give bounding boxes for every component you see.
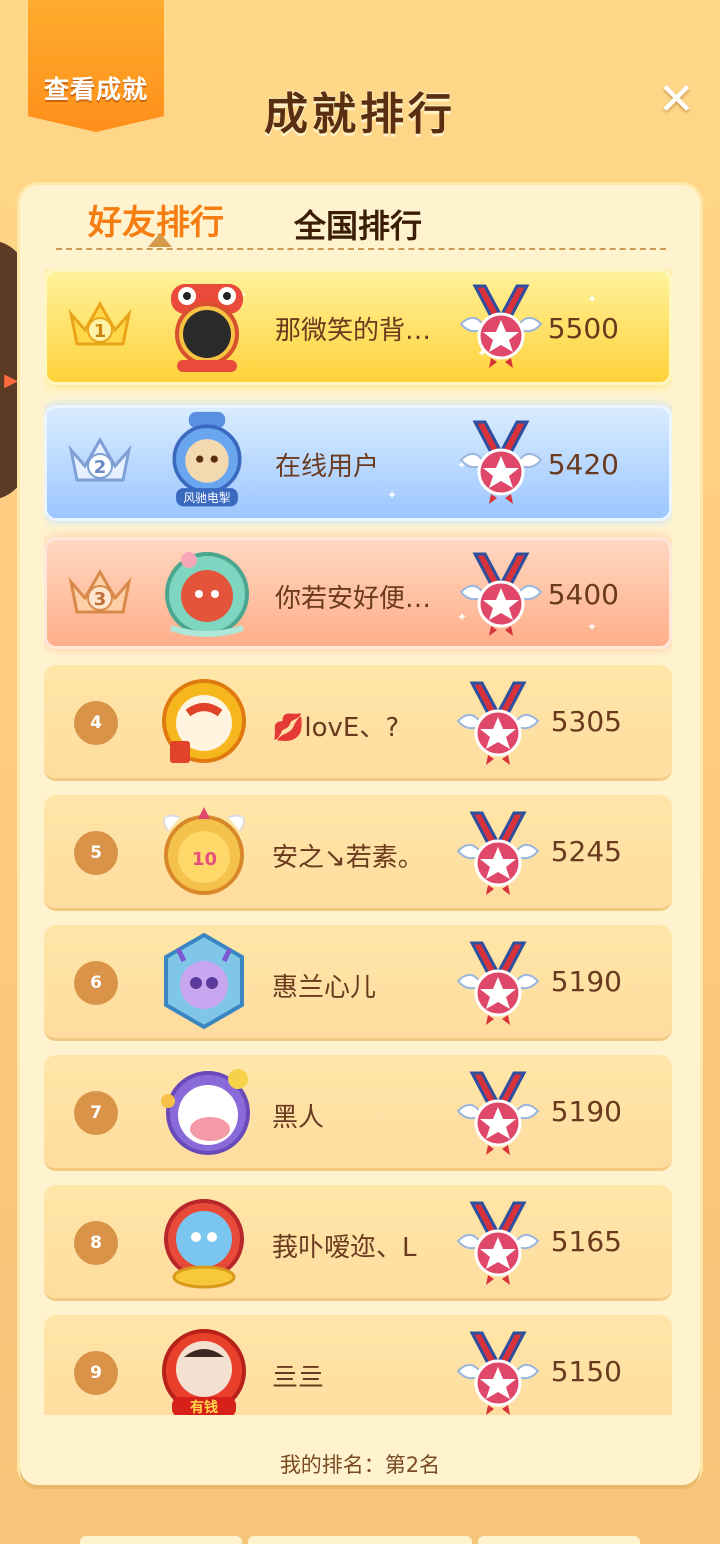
bottom-button-edge[interactable] (248, 1536, 472, 1544)
ranking-row[interactable]: 7 黑人 5190 (44, 1055, 672, 1171)
avatar-lion-dance-frame[interactable] (157, 276, 257, 376)
player-name: 在线用户 (275, 452, 380, 482)
tab-bar: 好友排行 全国排行 (20, 185, 700, 249)
close-icon[interactable]: ✕ (658, 78, 695, 122)
ranking-row[interactable]: 6 惠兰心儿 5190 (44, 925, 672, 1041)
player-name: 惠兰心儿 (272, 973, 377, 1003)
rank-badge: 5 (74, 831, 118, 875)
player-name: 那微笑的背… (275, 316, 432, 346)
gold-crown-icon: 1 (68, 300, 132, 346)
rank-badge: 7 (74, 1091, 118, 1135)
score-value: 5190 (550, 1095, 622, 1128)
avatar-badge-label: 风驰电掣 (183, 491, 230, 505)
avatar-fortune-frame[interactable]: 有钱 (154, 1321, 254, 1415)
rank-number: 3 (94, 589, 107, 610)
ranking-row[interactable]: ✦ ✦ 2 风驰电掣 在线用户 5420 (44, 405, 672, 521)
tab-national-ranking[interactable]: 全国排行 (294, 201, 422, 247)
medal-icon (459, 284, 543, 368)
avatar-robot-sheep-frame[interactable]: 风驰电掣 (157, 410, 257, 510)
silver-crown-icon: 2 (68, 436, 132, 482)
bottom-button-edge[interactable] (80, 1536, 242, 1544)
rank-number: 2 (94, 457, 107, 478)
score-value: 5400 (547, 578, 619, 611)
avatar-opera-fox-frame[interactable] (157, 542, 257, 642)
score-value: 5420 (547, 448, 619, 481)
score-value: 5190 (550, 965, 622, 998)
ranking-list[interactable]: ✦ ✦ ✦ 1 那微笑的背… (44, 269, 672, 1415)
sparkle-icon: ✦ (587, 292, 598, 306)
ranking-panel: 好友排行 全国排行 ✦ ✦ ✦ 1 那微笑的背… (20, 185, 700, 1485)
medal-icon (456, 941, 540, 1025)
bottom-button-bar (0, 1536, 720, 1544)
medal-icon (456, 681, 540, 765)
sparkle-icon: ✦ (587, 620, 598, 634)
rank-badge: 6 (74, 961, 118, 1005)
avatar-gold-ingot-frame[interactable] (154, 1191, 254, 1291)
svg-text:10: 10 (192, 849, 217, 870)
ranking-row[interactable]: 9 有钱 亖亖 5150 (44, 1315, 672, 1415)
player-name: 亖亖 (272, 1363, 325, 1393)
medal-icon (456, 1201, 540, 1285)
ranking-row[interactable]: ✦ ✦ 3 你若安好便… 5400 (44, 537, 672, 649)
player-name: 安之↘若素。 (272, 843, 424, 873)
score-value: 5305 (550, 705, 622, 738)
medal-icon (456, 811, 540, 895)
player-name: 💋lovE、? (272, 713, 400, 743)
avatar-cow-frame[interactable] (154, 1061, 254, 1161)
avatar-badge-label: 有钱 (190, 1399, 218, 1415)
avatar-winged-chick-frame[interactable]: 10 (154, 801, 254, 901)
bottom-button-edge[interactable] (478, 1536, 640, 1544)
rank-number: 1 (94, 321, 107, 342)
sparkle-icon: ✦ (387, 488, 398, 502)
my-rank-text: 我的排名：第2名 (279, 1453, 441, 1477)
score-value: 5245 (550, 835, 622, 868)
ranking-row[interactable]: 5 10 安之↘若素。 5245 (44, 795, 672, 911)
rank-badge: 8 (74, 1221, 118, 1265)
bronze-crown-icon: 3 (68, 568, 132, 614)
player-name: 你若安好便… (275, 584, 432, 614)
ranking-row[interactable]: 4 💋lovE、? 5305 (44, 665, 672, 781)
medal-icon (459, 420, 543, 504)
ranking-row[interactable]: ✦ ✦ ✦ 1 那微笑的背… (44, 269, 672, 385)
avatar-blue-hexagon-frame[interactable] (154, 931, 254, 1031)
active-tab-indicator (148, 233, 172, 247)
drawer-arrow-icon: ▶ (4, 370, 18, 391)
score-value: 5165 (550, 1225, 622, 1258)
ranking-row[interactable]: 8 莪卟嗳迩、L 5165 (44, 1185, 672, 1301)
medal-icon (459, 552, 543, 636)
dashed-divider (56, 248, 666, 250)
rank-badge: 4 (74, 701, 118, 745)
score-value: 5500 (547, 312, 619, 345)
page-title: 成就排行 (264, 89, 456, 140)
medal-icon (456, 1071, 540, 1155)
score-value: 5150 (550, 1355, 622, 1388)
rank-badge: 9 (74, 1351, 118, 1395)
avatar-lucky-cat-frame[interactable] (154, 671, 254, 771)
player-name: 莪卟嗳迩、L (272, 1233, 417, 1263)
player-name: 黑人 (272, 1103, 325, 1133)
medal-icon (456, 1331, 540, 1415)
